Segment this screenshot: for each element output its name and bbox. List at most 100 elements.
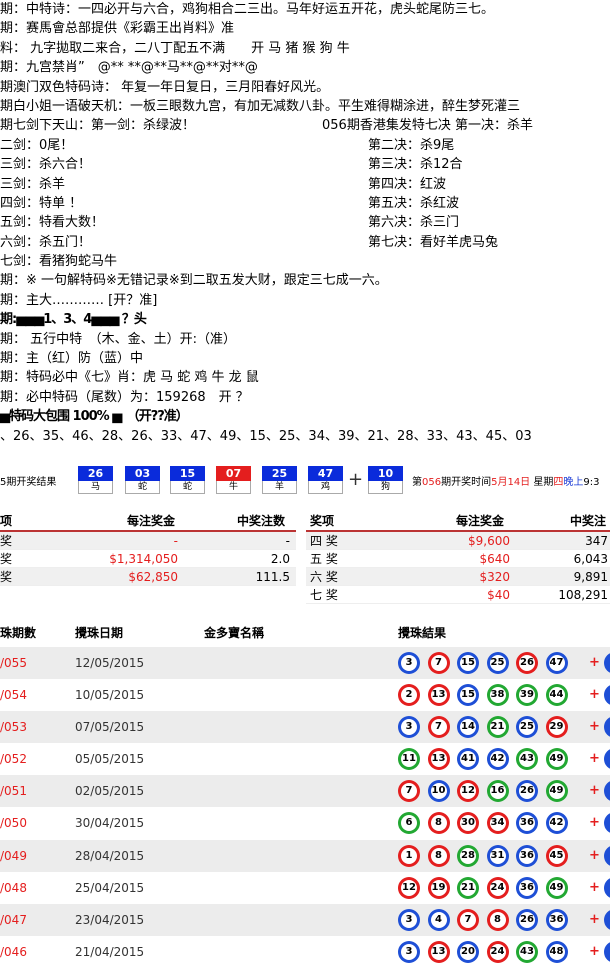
result-ball: 3 (398, 716, 420, 739)
text-line: 期： 五行中特 （木、金、土）开:（准） (0, 331, 237, 347)
result-ball: 25 (516, 716, 538, 739)
result-ball: 1 (398, 844, 420, 867)
result-ball-number: 38 (489, 687, 506, 704)
result-ball: 24 (486, 940, 509, 963)
result-ball-number: 8 (489, 911, 506, 928)
sword-header: 期七剑下天山：第一剑：杀绿波！ 056期香港集发特七决 第一决：杀羊 (0, 116, 610, 135)
result-balls: 1 8 28 31 36 45 (398, 844, 575, 867)
history-header: 珠期數 攪珠日期 金多寶名稱 攪珠結果 (0, 620, 610, 647)
sword-left: 六剑：杀五门！ (0, 234, 92, 250)
result-ball-number: 19 (430, 879, 447, 896)
result-ball-number: 8 (430, 815, 447, 832)
result-ball-number: 7 (401, 783, 417, 800)
result-ball: 45 (545, 844, 568, 867)
result-ball: 3 (398, 652, 420, 674)
special-ball-partial (604, 812, 610, 835)
sword-right: 第七决：看好羊虎马兔 (368, 234, 499, 250)
prize-row: 七 奖 $40 108,291 (306, 586, 610, 604)
draw-date: 30/04/2015 (75, 816, 145, 831)
special-ball: 10 狗 (368, 466, 403, 494)
table-row: /054 10/05/2015 2 13 15 38 39 44 + (0, 679, 610, 711)
draw-ball-number: 03 (125, 466, 160, 481)
result-ball-number: 36 (519, 847, 535, 864)
sword-row: 三剑：杀羊 第四决：红波 (0, 175, 610, 194)
result-ball: 13 (427, 684, 450, 707)
sword-row: 二剑：0尾！ 第二决：杀9尾 (0, 136, 610, 155)
plus-sign: + (589, 847, 600, 863)
sword-right: 第四决：红波 (368, 176, 447, 192)
result-ball-number: 8 (430, 847, 447, 864)
result-balls: 3 13 20 24 43 48 (398, 940, 575, 963)
result-ball: 15 (457, 652, 479, 674)
sword-row: 四剑：特单 ！ 第五决：杀红波 (0, 194, 610, 213)
result-balls: 2 13 15 38 39 44 (398, 684, 575, 707)
sword-left: 三剑：杀六合！ (0, 157, 92, 173)
plus-sign: + (589, 655, 600, 670)
text-line: 期：主大………… [开？准] (0, 292, 158, 308)
result-ball: 3 (398, 908, 420, 931)
sword-right: 第三决：杀12合 (368, 157, 463, 173)
special-ball-partial (604, 748, 610, 771)
result-ball: 11 (398, 748, 420, 771)
draw-date: 23/04/2015 (75, 912, 145, 927)
result-balls: 3 7 14 21 25 29 (398, 716, 575, 739)
result-ball-number: 3 (401, 943, 417, 960)
draw-ball: 03 蛇 (125, 466, 160, 494)
result-ball: 29 (545, 716, 568, 739)
plus-sign: + (348, 469, 364, 490)
result-ball: 44 (545, 684, 568, 707)
result-ball-number: 7 (430, 655, 447, 671)
result-ball-number: 34 (489, 815, 506, 832)
sword-row: 五剑：特看大数！ 第六决：杀三门 (0, 213, 610, 232)
result-ball: 7 (457, 908, 479, 931)
result-ball-number: 26 (519, 911, 535, 928)
draw-issue: /046 (0, 944, 27, 959)
draw-date: 05/05/2015 (75, 752, 145, 767)
result-ball: 31 (486, 844, 509, 867)
result-ball-number: 15 (460, 687, 476, 704)
result-ball: 38 (486, 684, 509, 707)
sword-row: 六剑：杀五门！ 第七决：看好羊虎马兔 (0, 233, 610, 252)
result-ball: 39 (516, 684, 538, 707)
result-ball-number: 42 (548, 815, 565, 832)
result-ball: 7 (427, 652, 450, 674)
result-ball: 36 (545, 908, 568, 931)
draw-ball: 15 蛇 (170, 466, 205, 494)
result-ball: 16 (486, 780, 509, 803)
result-balls: 7 10 12 16 26 49 (398, 780, 575, 803)
draw-ball: 26 马 (78, 466, 113, 494)
result-ball: 3 (398, 940, 420, 963)
result-ball-number: 39 (519, 687, 535, 704)
prize-row: 五 奖 $640 6,043 (306, 550, 610, 568)
result-ball: 21 (486, 716, 509, 739)
result-ball-number: 10 (430, 783, 447, 800)
result-ball: 20 (457, 940, 479, 963)
result-ball-number: 45 (548, 847, 565, 864)
result-ball: 12 (457, 780, 479, 803)
next-draw-info: 第056期开奖时间5月14日 星期四晚上9:3 (412, 477, 600, 488)
result-ball-number: 42 (489, 751, 506, 768)
draw-ball: 25 羊 (262, 466, 297, 494)
prediction-text-block: 期：中特诗：一四必开与六合，鸡狗相合二三出。马年好运五开花，虎头蛇尾防三七。 期… (0, 0, 610, 446)
draw-date: 02/05/2015 (75, 784, 145, 799)
result-ball-number: 28 (460, 847, 476, 864)
result-ball: 36 (516, 844, 538, 867)
result-ball: 8 (427, 812, 450, 835)
result-ball-number: 29 (548, 719, 565, 736)
result-ball-number: 31 (489, 847, 506, 864)
result-ball-number: 7 (460, 911, 476, 928)
draw-ball: 07 牛 (216, 466, 251, 494)
draw-result-title: 5期开奖结果 (0, 477, 57, 488)
draw-ball-number: 47 (308, 466, 343, 481)
result-ball-number: 4 (430, 911, 447, 928)
table-row: /052 05/05/2015 11 13 41 42 43 49 + (0, 743, 610, 775)
draw-ball-zodiac: 羊 (262, 481, 297, 494)
table-row: /050 30/04/2015 6 8 30 34 36 42 + (0, 807, 610, 839)
result-ball-number: 21 (460, 879, 476, 896)
sword-row: 三剑：杀六合！ 第三决：杀12合 (0, 155, 610, 174)
result-ball-number: 24 (489, 879, 506, 896)
result-ball-number: 16 (489, 783, 506, 800)
sword-left: 四剑：特单 ！ (0, 195, 83, 211)
history-rows: /055 12/05/2015 3 7 15 25 26 47 +/054 10/05/2015 2… (0, 647, 610, 968)
text-line: 料： 九字拋取二来合，二八丁配五不满 开 马 猪 猴 狗 牛 (0, 40, 350, 56)
